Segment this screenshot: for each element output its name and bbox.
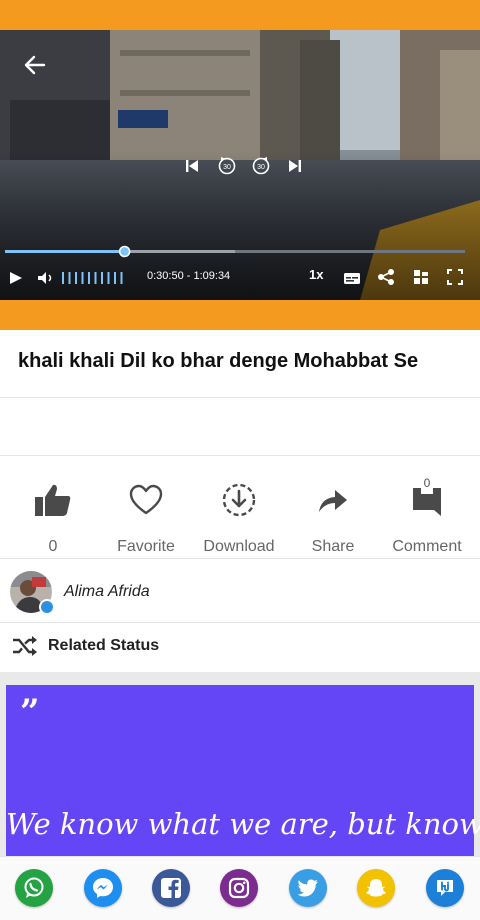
instagram-icon [228,877,250,899]
download-icon [222,483,256,517]
quote-text: We know what we are, but know [6,807,480,841]
next-button[interactable] [285,156,305,176]
play-icon [10,272,22,284]
divider [0,622,480,623]
author-name[interactable]: Alima Afrida [64,583,150,601]
whatsapp-icon [24,877,44,898]
related-status-header: Related Status [12,636,159,656]
arrow-left-icon [24,55,46,75]
heart-icon [129,484,163,515]
snapchat-share-button[interactable] [357,869,395,907]
volume-bar [81,272,84,284]
svg-text:30: 30 [223,164,231,171]
share-label: Share [311,538,355,555]
volume-bar [114,272,116,284]
status-detail-screen: 30 30 0:30:50 - 1:09:34 1x khali khali D… [0,0,480,920]
comment-button[interactable]: 0 Comment [379,476,475,558]
share-nodes-icon [378,269,394,285]
download-button[interactable]: Download [191,478,287,558]
author-row[interactable]: Alima Afrida [10,571,150,615]
mini-player-button[interactable] [410,267,432,287]
volume-button[interactable] [36,268,56,288]
share-apps-bar [0,856,480,920]
volume-bar [120,272,123,284]
captions-button[interactable] [341,268,363,288]
quote-mark-icon: ” [20,692,40,732]
top-accent-bar [0,0,480,30]
grid-view-icon [414,270,428,284]
hike-icon [437,880,453,896]
whatsapp-share-button[interactable] [15,869,53,907]
captions-icon [344,273,360,284]
related-status-label: Related Status [48,637,160,654]
like-button[interactable]: 0 [5,478,101,558]
snapchat-icon [366,879,386,897]
twitter-icon [297,879,318,897]
previous-button[interactable] [182,156,202,176]
comment-label: Comment [392,538,462,555]
volume-level[interactable] [60,270,132,286]
favorite-button[interactable]: Favorite [98,478,194,558]
related-quote-card[interactable]: ” We know what we are, but know [6,685,480,865]
share-arrow-icon [319,490,347,512]
comment-count: 0 [423,476,431,490]
instagram-share-button[interactable] [220,869,258,907]
volume-bar [75,272,77,284]
messenger-icon [93,878,113,898]
seek-thumb[interactable] [118,245,131,258]
share-button[interactable]: Share [285,478,381,558]
hike-share-button[interactable] [426,869,464,907]
divider [0,558,480,559]
volume-icon [38,272,52,284]
svg-text:30: 30 [257,164,265,171]
shuffle-icon [13,636,37,656]
forward-30-button[interactable]: 30 [249,154,273,178]
volume-bar [62,272,64,284]
bottom-accent-bar [0,300,480,330]
twitter-share-button[interactable] [289,869,327,907]
rewind-30-icon: 30 [218,157,236,175]
volume-bar [88,272,90,284]
verified-badge [39,599,55,615]
facebook-share-button[interactable] [152,869,190,907]
playback-speed-button[interactable]: 1x [309,267,323,282]
fullscreen-button[interactable] [444,267,466,287]
messenger-share-button[interactable] [84,869,122,907]
skip-next-icon [289,160,301,172]
download-label: Download [203,538,275,555]
seek-bar[interactable] [0,244,480,260]
forward-30-icon: 30 [252,157,270,175]
divider [0,397,480,398]
seek-progress [5,250,125,253]
fullscreen-icon [447,269,463,285]
volume-bar [94,272,97,284]
like-count: 0 [48,538,58,555]
skip-previous-icon [186,160,198,172]
thumbs-up-icon [35,484,71,516]
share-video-button[interactable] [375,266,397,288]
rewind-30-button[interactable]: 30 [215,154,239,178]
back-button[interactable] [20,52,50,78]
playback-time: 0:30:50 - 1:09:34 [147,270,231,282]
avatar[interactable] [10,571,55,615]
volume-bar [101,272,103,284]
favorite-label: Favorite [117,538,175,555]
status-title: khali khali Dil ko bhar denge Mohabbat S… [18,350,419,372]
facebook-icon [161,878,181,899]
volume-bar [68,272,71,284]
video-player[interactable]: 30 30 0:30:50 - 1:09:34 1x [0,30,480,300]
volume-bar [107,272,110,284]
divider [0,455,480,456]
play-button[interactable] [6,268,26,288]
